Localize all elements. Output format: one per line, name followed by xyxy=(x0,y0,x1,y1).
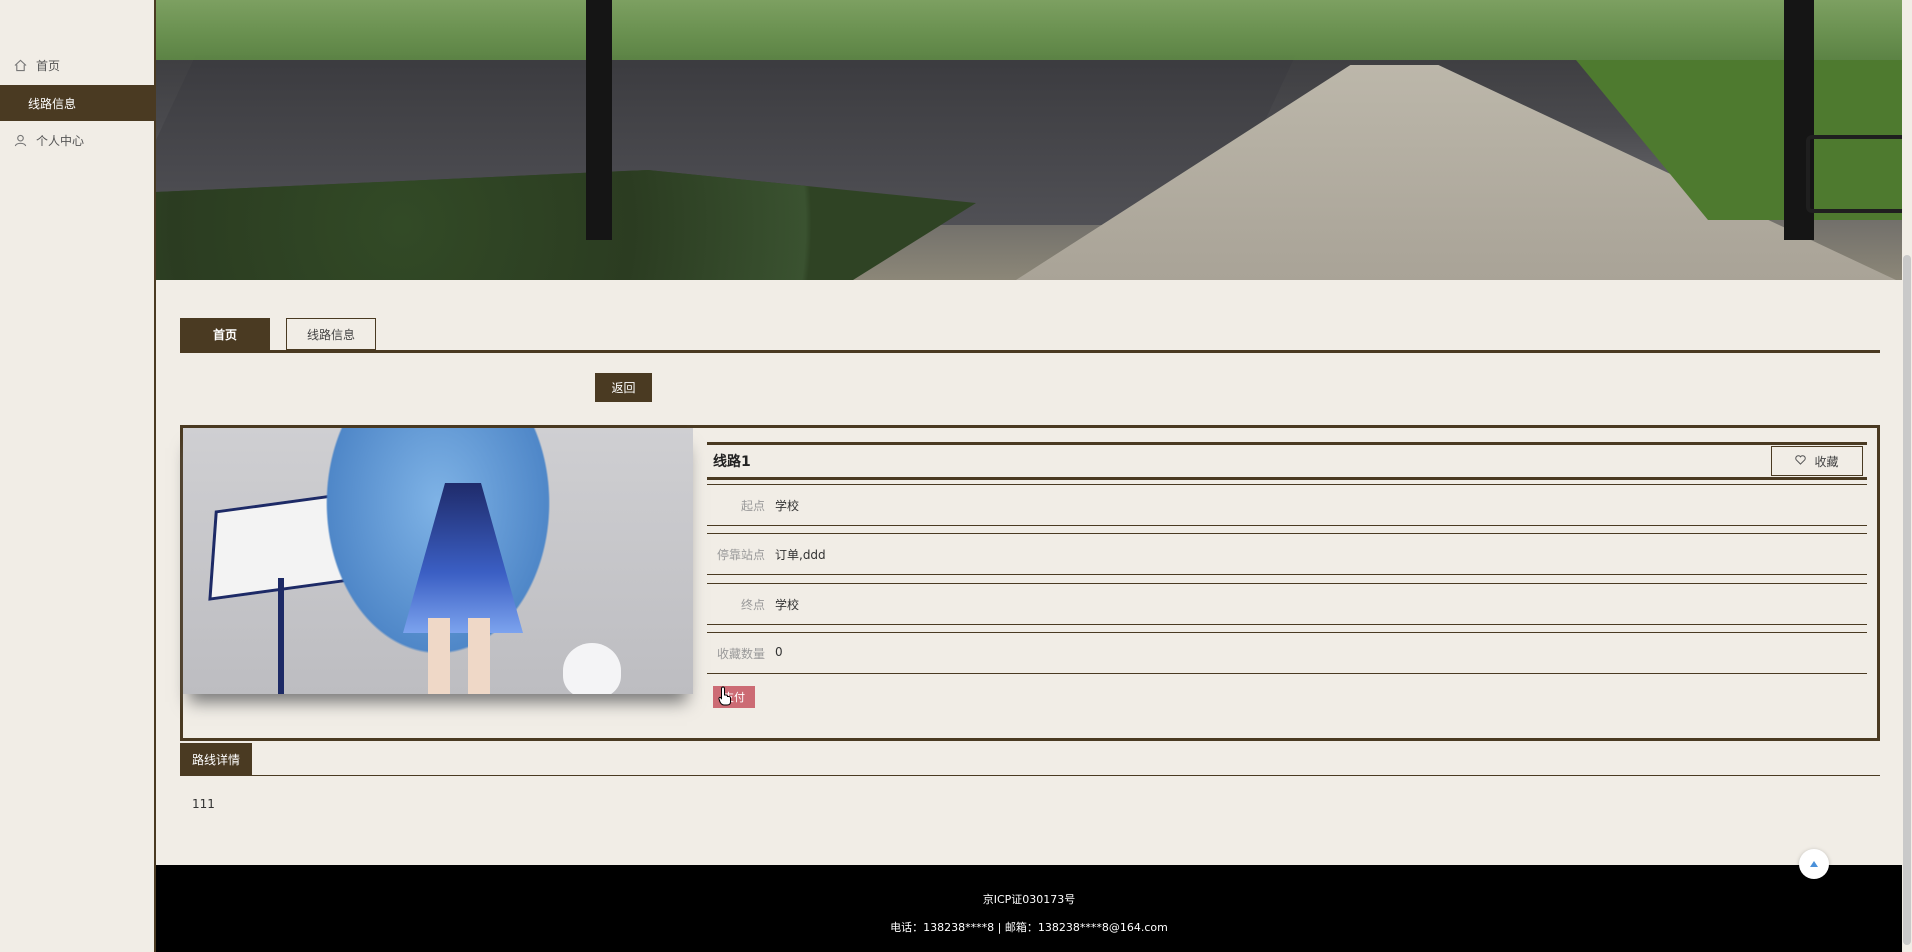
favorite-label: 收藏 xyxy=(1814,454,1839,469)
field-value: 学校 xyxy=(775,499,800,513)
route-detail-card: 线路1 收藏 起点 学校 停靠站点 订单,ddd 终点 学校 收藏数量 0 支付 xyxy=(180,425,1880,741)
detail-tab-bar: 路线详情 xyxy=(180,743,1880,776)
sidebar-item-home[interactable]: 首页 xyxy=(0,47,154,83)
field-row-end: 终点 学校 xyxy=(707,583,1867,625)
home-icon xyxy=(14,58,28,72)
tab-home[interactable]: 首页 xyxy=(180,318,270,350)
field-value: 订单,ddd xyxy=(775,548,826,562)
hero-banner-image xyxy=(156,0,1902,280)
field-row-start: 起点 学校 xyxy=(707,484,1867,526)
footer: 京ICP证030173号 电话：138238****8 | 邮箱：138238*… xyxy=(156,865,1902,952)
route-detail-text: 111 xyxy=(192,797,215,811)
back-button[interactable]: 返回 xyxy=(595,373,652,402)
field-label: 起点 xyxy=(740,499,765,513)
field-label: 停靠站点 xyxy=(716,548,765,562)
field-row-favorite-count: 收藏数量 0 xyxy=(707,632,1867,674)
field-label: 终点 xyxy=(740,598,765,612)
main-content: 首页 线路信息 返回 线路1 收藏 起点 学校 停靠站点 订单,ddd 终点 学… xyxy=(156,0,1902,952)
sidebar-item-route-info[interactable]: 线路信息 xyxy=(0,85,154,121)
back-to-top-button[interactable] xyxy=(1799,849,1829,879)
sidebar-item-personal-center[interactable]: 个人中心 xyxy=(0,122,154,158)
sidebar-item-label: 线路信息 xyxy=(28,96,77,111)
field-value: 0 xyxy=(775,645,783,659)
triangle-up-icon xyxy=(1810,861,1818,867)
tab-bar: 首页 线路信息 xyxy=(180,318,1880,353)
route-title: 线路1 xyxy=(713,454,751,470)
footer-contact: 电话：138238****8 | 邮箱：138238****8@164.com xyxy=(890,921,1168,934)
scrollbar[interactable] xyxy=(1902,0,1912,952)
sidebar: 首页 线路信息 个人中心 xyxy=(0,0,156,952)
scrollbar-thumb[interactable] xyxy=(1903,255,1911,945)
route-title-row: 线路1 收藏 xyxy=(707,442,1867,480)
hand-cursor-icon xyxy=(718,686,731,706)
heart-icon xyxy=(1795,454,1807,468)
sidebar-item-label: 个人中心 xyxy=(36,133,85,148)
tab-route-detail[interactable]: 路线详情 xyxy=(180,743,252,775)
favorite-button[interactable]: 收藏 xyxy=(1771,446,1863,476)
field-row-stops: 停靠站点 订单,ddd xyxy=(707,533,1867,575)
footer-icp: 京ICP证030173号 xyxy=(982,893,1076,906)
tab-route-info[interactable]: 线路信息 xyxy=(286,318,376,350)
route-image xyxy=(183,428,693,694)
user-icon xyxy=(14,133,28,147)
sidebar-item-label: 首页 xyxy=(36,58,61,73)
field-label: 收藏数量 xyxy=(716,647,765,661)
field-value: 学校 xyxy=(775,598,800,612)
